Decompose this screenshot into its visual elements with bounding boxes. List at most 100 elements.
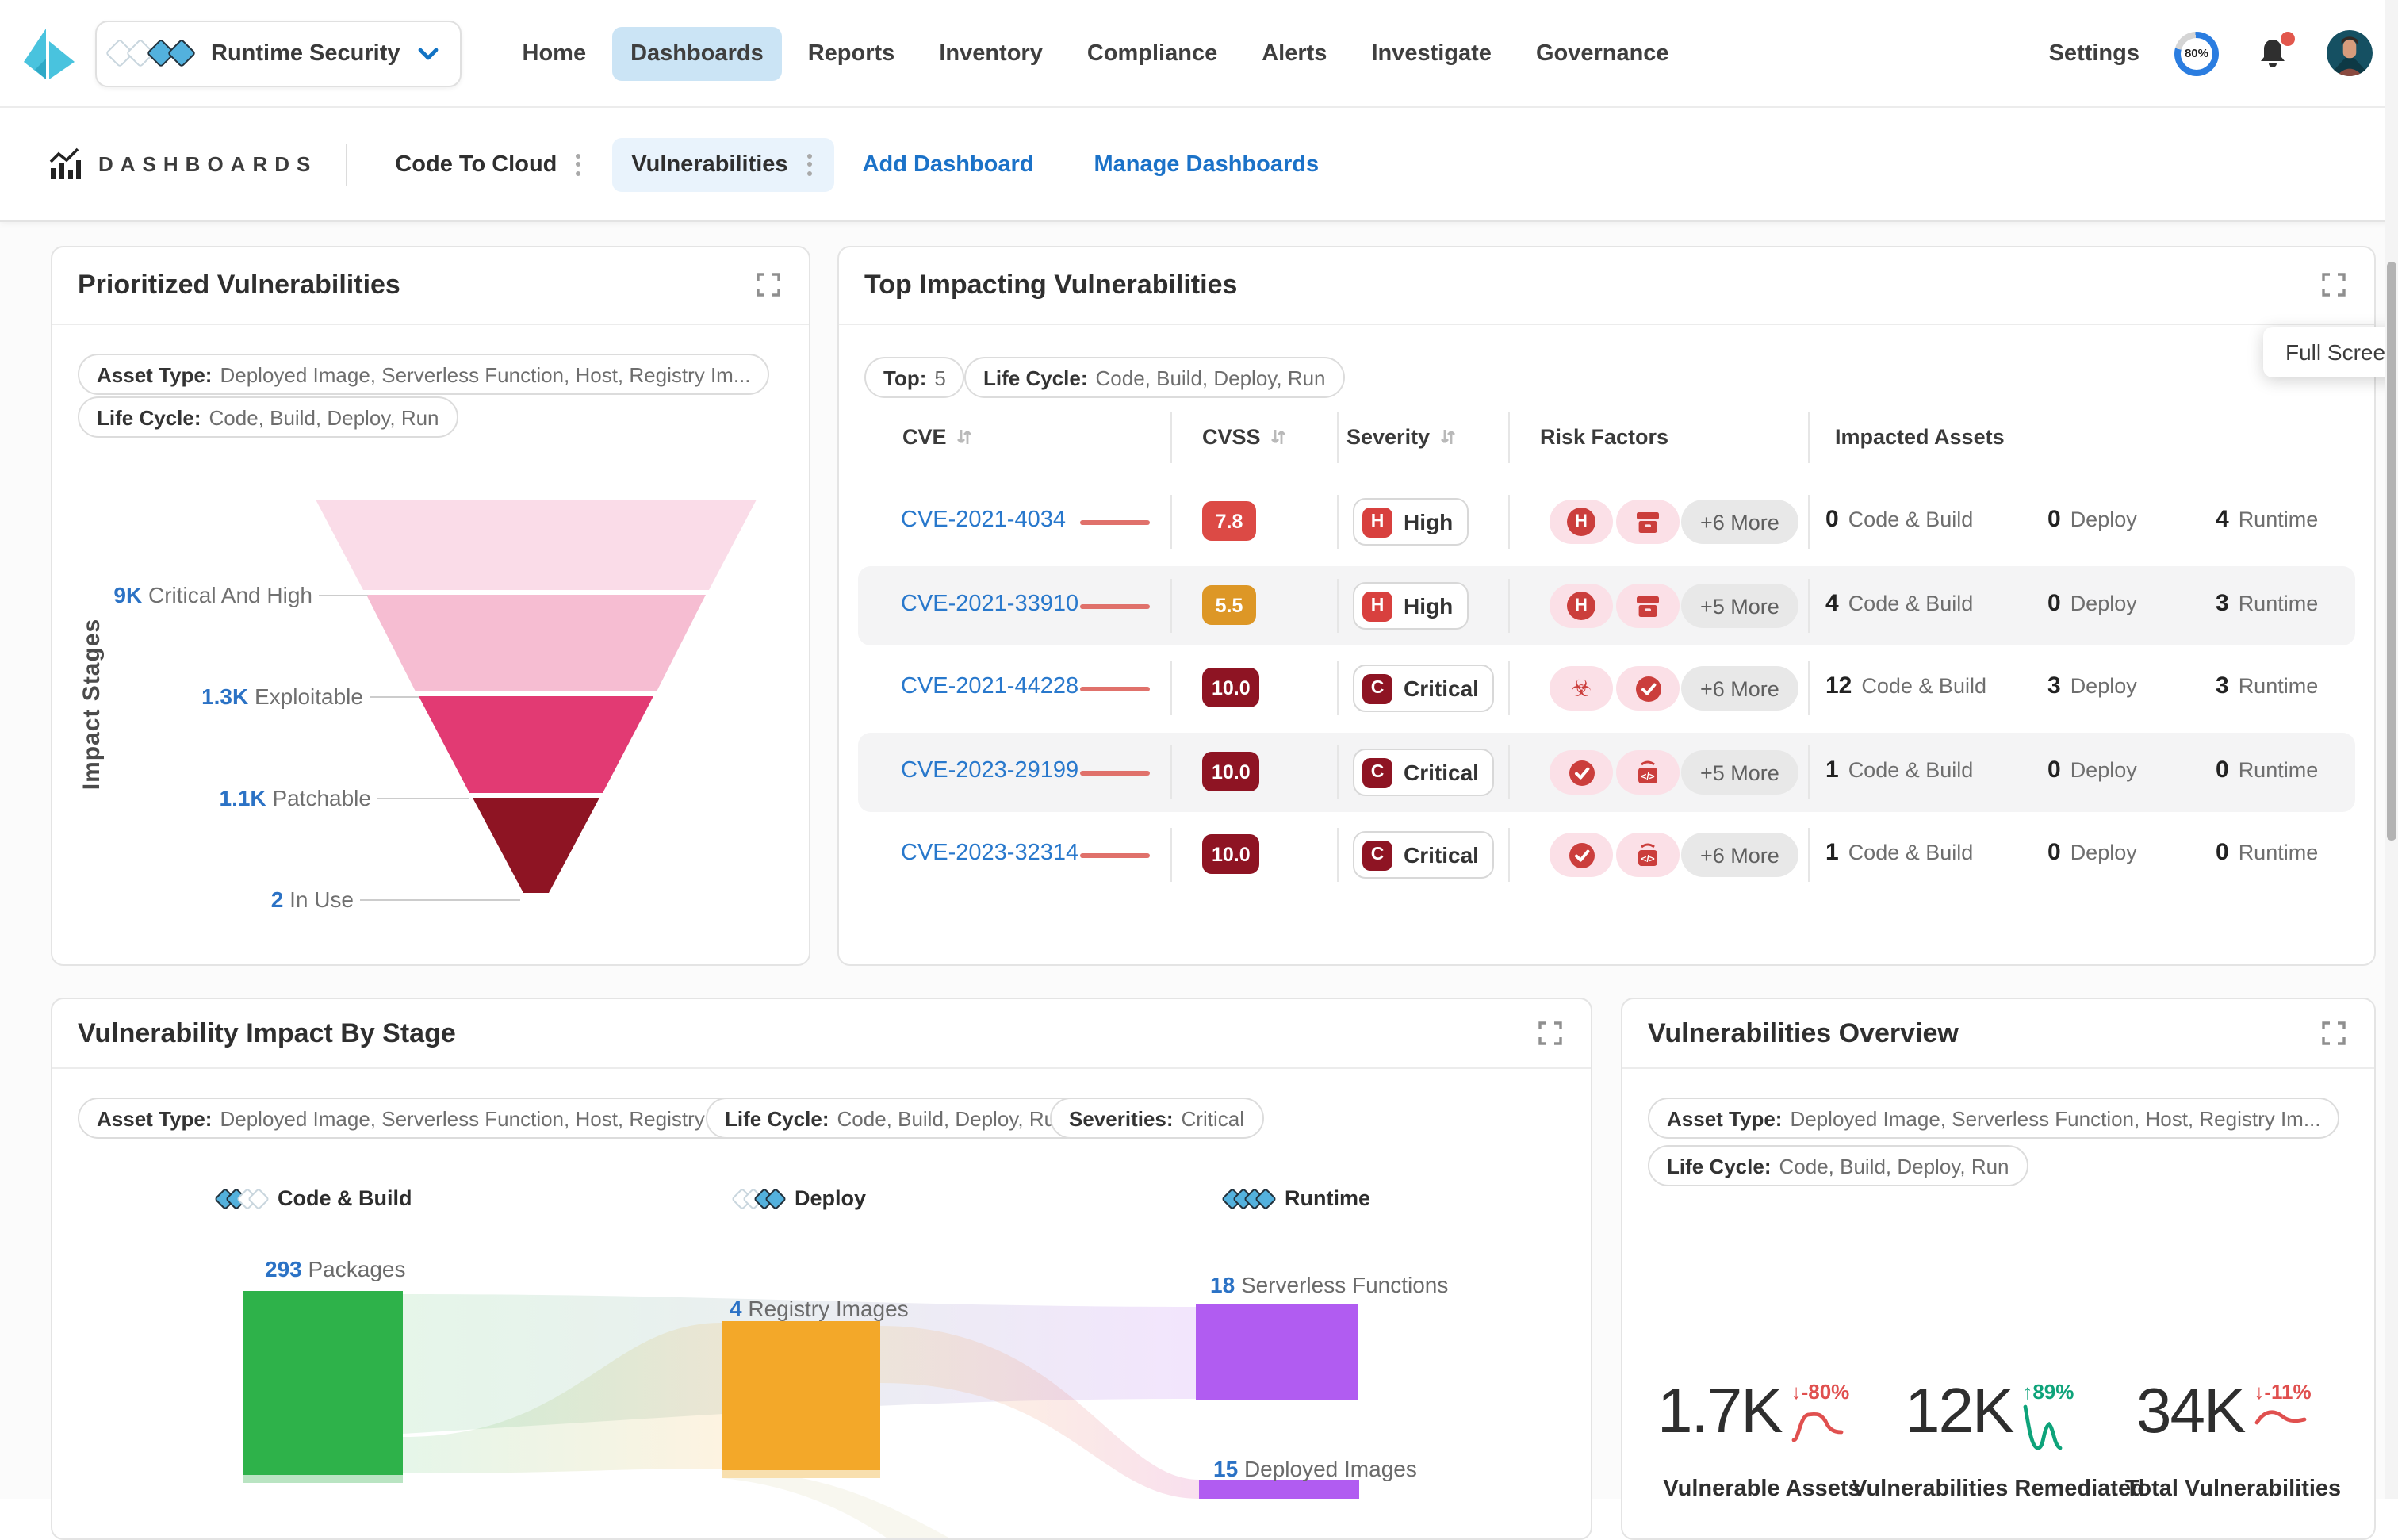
severity-label: High [1404,509,1453,534]
impacted-deploy: 0Deploy [2047,506,2137,533]
severity-badge: C Critical [1353,831,1495,879]
nav-item-investigate[interactable]: Investigate [1352,26,1511,80]
nav-item-governance[interactable]: Governance [1517,26,1688,80]
table-row[interactable]: CVE-2023-32314 10.0 C Critical </> +6 Mo… [858,815,2355,895]
notifications-button[interactable] [2254,34,2292,72]
manage-dashboards-button[interactable]: Manage Dashboards [1094,151,1319,177]
credit-usage-ring[interactable]: 80% [2174,31,2219,75]
scrollbar-thumb[interactable] [2387,262,2396,841]
sort-icon [1269,427,1288,447]
impacted-runtime: 0Runtime [2216,839,2318,866]
full-screen-tooltip: Full Screen [2263,327,2398,377]
risk-factor-archive-icon[interactable] [1616,500,1680,544]
cve-link[interactable]: CVE-2023-32314 [901,841,1078,866]
cve-link[interactable]: CVE-2021-44228 [901,674,1078,699]
nav-item-dashboards[interactable]: Dashboards [611,26,783,80]
chip-label: Top: [883,366,926,389]
svg-text:</>: </> [1641,853,1654,864]
nav-item-inventory[interactable]: Inventory [920,26,1062,80]
add-dashboard-button[interactable]: Add Dashboard [863,151,1034,177]
column-divider [1508,661,1510,715]
top-nav-right: Settings 80% [2049,0,2373,106]
column-header-impacted-assets[interactable]: Impacted Assets [1835,425,2005,449]
nav-item-alerts[interactable]: Alerts [1243,26,1346,80]
risk-factors-more-badge[interactable]: +5 More [1681,584,1798,628]
column-divider [1337,579,1339,633]
risk-factor-package-code-icon[interactable]: </> [1616,750,1680,795]
table-row[interactable]: CVE-2021-33910 5.5 H High H +5 More 4Cod… [858,566,2355,645]
cvss-badge: 5.5 [1202,585,1256,625]
severity-letter: H [1362,591,1392,621]
table-row[interactable]: CVE-2021-4034 7.8 H High H +6 More 0Code… [858,482,2355,561]
cve-link[interactable]: CVE-2021-33910 [901,592,1078,617]
nav-item-home[interactable]: Home [504,26,606,80]
funnel-axis-label: Impact Stages [79,619,105,790]
impacted-runtime: 4Runtime [2216,506,2318,533]
expand-icon[interactable] [2322,273,2346,297]
risk-factors-more-badge[interactable]: +6 More [1681,500,1798,544]
table-row[interactable]: CVE-2021-44228 10.0 C Critical ☣ +6 More… [858,649,2355,728]
cve-link[interactable]: CVE-2023-29199 [901,758,1078,783]
risk-factor-package-code-icon[interactable]: </> [1616,833,1680,877]
risk-factors-more-badge[interactable]: +6 More [1681,833,1798,877]
stat-label: Vulnerable Assets [1663,1477,1860,1502]
nav-item-reports[interactable]: Reports [789,26,914,80]
cvss-badge: 10.0 [1202,668,1260,707]
filter-chip-top[interactable]: Top: 5 [864,357,965,398]
chip-label: Asset Type: [1667,1106,1782,1130]
product-switcher[interactable]: Runtime Security [95,20,462,86]
impacted-deploy: 0Deploy [2047,590,2137,617]
funnel-connector [377,798,469,799]
column-divider [1170,579,1172,633]
column-divider [1170,412,1172,463]
dashboard-chart-icon [48,147,82,182]
user-avatar[interactable] [2327,30,2373,76]
tab-code-to-cloud[interactable]: Code To Cloud [376,137,603,191]
column-header-cve[interactable]: CVE [902,425,974,449]
funnel-stage-label: 9K Critical And High [113,582,312,607]
expand-icon[interactable] [2322,1021,2346,1045]
risk-factor-high-severity-icon[interactable]: H [1550,584,1613,628]
filter-chip-asset-type[interactable]: Asset Type: Deployed Image, Serverless F… [1648,1098,2340,1139]
cvss-badge: 10.0 [1202,834,1260,874]
column-header-cvss[interactable]: CVSS [1202,425,1288,449]
tab-vulnerabilities[interactable]: Vulnerabilities [612,137,833,191]
page-scrollbar[interactable] [2385,0,2398,1499]
nav-item-compliance[interactable]: Compliance [1068,26,1236,80]
severity-badge: H High [1353,582,1469,630]
top-impacting-vulnerabilities-card: Top Impacting Vulnerabilities Top: 5 Lif… [837,246,2376,966]
kebab-menu-icon[interactable] [573,150,584,178]
column-divider [1337,661,1339,715]
risk-factors-more-badge[interactable]: +5 More [1681,750,1798,795]
divider [839,324,2374,325]
column-header-risk-factors[interactable]: Risk Factors [1540,425,1668,449]
stat-total-vulnerabilities: 34K ↓-11% [2136,1380,2312,1443]
column-divider [1808,745,1810,799]
stat-vulnerable-assets: 1.7K ↓-80% [1657,1380,1849,1445]
stat-label: Vulnerabilities Remediated [1852,1477,2145,1502]
risk-factors-more-badge[interactable]: +6 More [1681,666,1798,711]
impacted-deploy: 0Deploy [2047,839,2137,866]
table-row[interactable]: CVE-2023-29199 10.0 C Critical </> +5 Mo… [858,733,2355,812]
stat-value: 12K [1905,1380,2013,1454]
funnel-connector [360,899,520,901]
funnel-stage-label: 1.3K Exploitable [201,684,363,709]
kebab-menu-icon[interactable] [804,150,815,178]
app-root: Runtime Security Home Dashboards Reports… [0,0,2398,1499]
column-divider [1170,661,1172,715]
impacted-runtime: 3Runtime [2216,672,2318,699]
risk-factor-archive-icon[interactable] [1616,584,1680,628]
filter-chip-life-cycle[interactable]: Life Cycle: Code, Build, Deploy, Run [964,357,1345,398]
risk-factor-check-icon[interactable] [1550,750,1613,795]
risk-factor-check-icon[interactable] [1550,833,1613,877]
risk-factor-check-icon[interactable] [1616,666,1680,711]
cve-link[interactable]: CVE-2021-4034 [901,508,1066,533]
risk-factor-biohazard-icon[interactable]: ☣ [1550,666,1613,711]
impacted-runtime: 3Runtime [2216,590,2318,617]
dashboards-bar: DASHBOARDS Code To Cloud Vulnerabilities… [0,108,2398,222]
settings-button[interactable]: Settings [2049,40,2139,66]
trend-sparkline [1080,771,1150,775]
column-header-severity[interactable]: Severity [1346,425,1457,449]
risk-factor-high-severity-icon[interactable]: H [1550,500,1613,544]
filter-chip-life-cycle[interactable]: Life Cycle: Code, Build, Deploy, Run [1648,1145,2028,1186]
